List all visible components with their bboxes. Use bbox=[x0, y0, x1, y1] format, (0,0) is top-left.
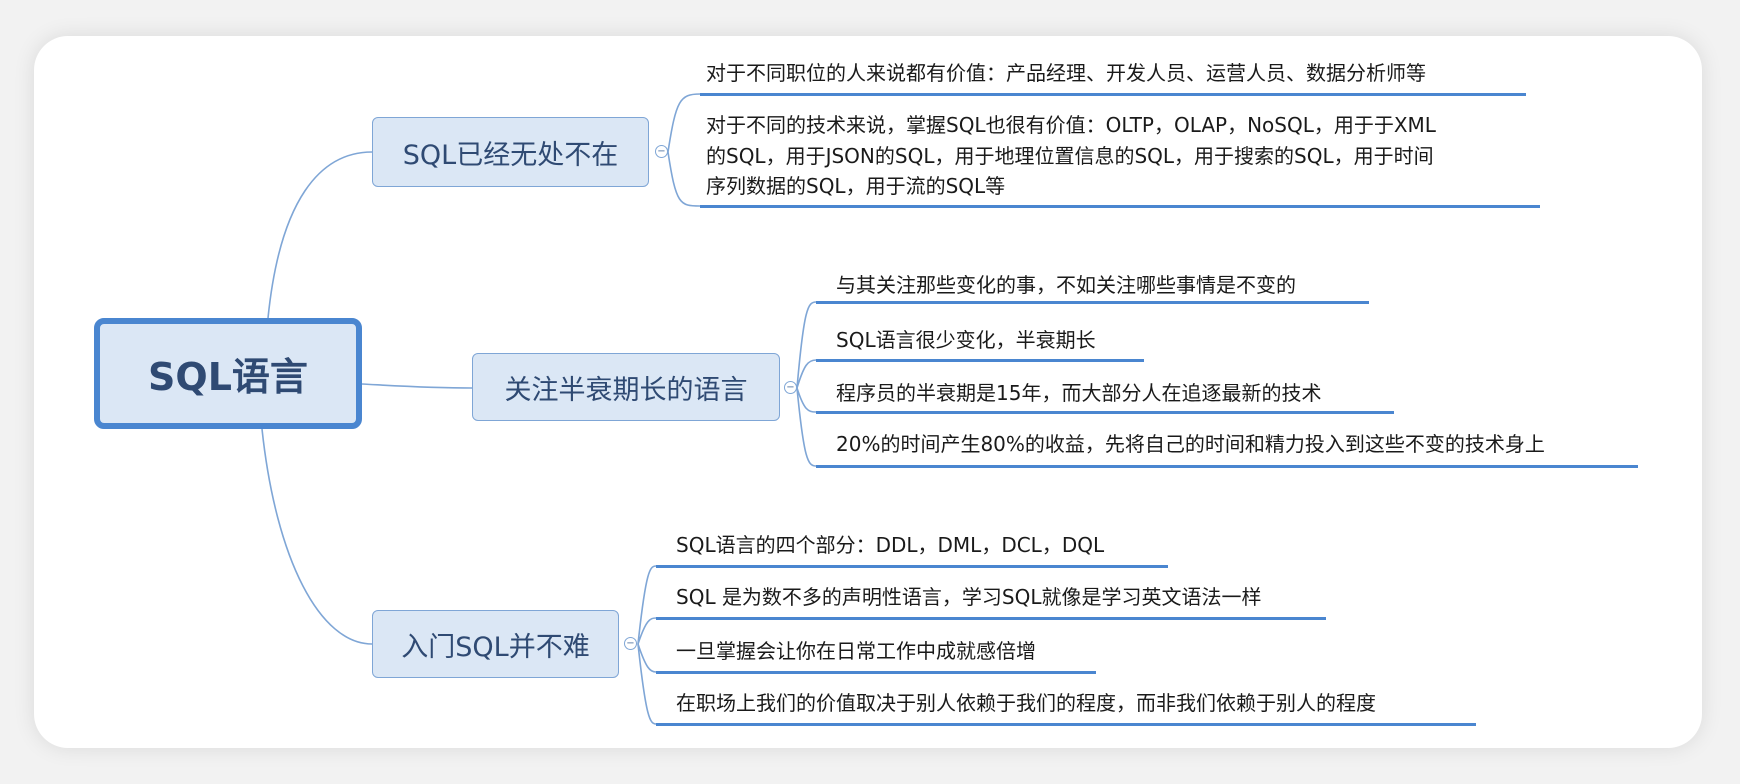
leaf-item: 序列数据的SQL，用于流的SQL等 bbox=[706, 174, 1006, 198]
link-root-b2 bbox=[361, 383, 473, 389]
leaf-underline bbox=[656, 671, 1096, 674]
leaf-item: 20%的时间产生80%的收益，先将自己的时间和精力投入到这些不变的技术身上 bbox=[836, 432, 1545, 456]
leaf-underline bbox=[816, 359, 1144, 362]
leaf-underline bbox=[816, 411, 1394, 414]
leaf-item: 对于不同职位的人来说都有价值：产品经理、开发人员、运营人员、数据分析师等 bbox=[706, 61, 1426, 85]
leaf-item: SQL 是为数不多的声明性语言，学习SQL就像是学习英文语法一样 bbox=[676, 585, 1262, 609]
leaf-item: SQL语言的四个部分：DDL，DML，DCL，DQL bbox=[676, 533, 1105, 557]
link-root-b3 bbox=[261, 428, 373, 645]
leaf-item: 对于不同的技术来说，掌握SQL也很有价值：OLTP，OLAP，NoSQL，用于于… bbox=[706, 113, 1436, 137]
collapse-circle-icon[interactable]: − bbox=[784, 381, 797, 394]
leaf-item: 在职场上我们的价值取决于别人依赖于我们的程度，而非我们依赖于别人的程度 bbox=[676, 691, 1376, 715]
leaf-underline bbox=[816, 301, 1369, 304]
leaf-item: SQL语言很少变化，半衰期长 bbox=[836, 328, 1096, 352]
link-root-b1 bbox=[267, 151, 373, 319]
branch-node-sql-not-hard[interactable]: 入门SQL并不难 bbox=[372, 610, 619, 678]
collapse-circle-icon[interactable]: − bbox=[655, 145, 668, 158]
root-node[interactable]: SQL语言 bbox=[94, 318, 362, 429]
branch-node-sql-everywhere[interactable]: SQL已经无处不在 bbox=[372, 117, 649, 187]
leaf-underline bbox=[656, 617, 1326, 620]
leaf-item: 程序员的半衰期是15年，而大部分人在追逐最新的技术 bbox=[836, 381, 1322, 405]
leaf-underline bbox=[656, 565, 1168, 568]
leaf-item: 的SQL，用于JSON的SQL，用于地理位置信息的SQL，用于搜索的SQL，用于… bbox=[706, 144, 1434, 168]
leaf-underline bbox=[816, 465, 1638, 468]
leaf-item: 与其关注那些变化的事，不如关注哪些事情是不变的 bbox=[836, 273, 1296, 297]
leaf-underline bbox=[656, 723, 1476, 726]
collapse-circle-icon[interactable]: − bbox=[624, 637, 637, 650]
leaf-item: 一旦掌握会让你在日常工作中成就感倍增 bbox=[676, 639, 1036, 663]
branch-node-long-half-life[interactable]: 关注半衰期长的语言 bbox=[472, 353, 780, 421]
leaf-underline bbox=[700, 205, 1540, 208]
leaf-underline bbox=[700, 93, 1526, 96]
